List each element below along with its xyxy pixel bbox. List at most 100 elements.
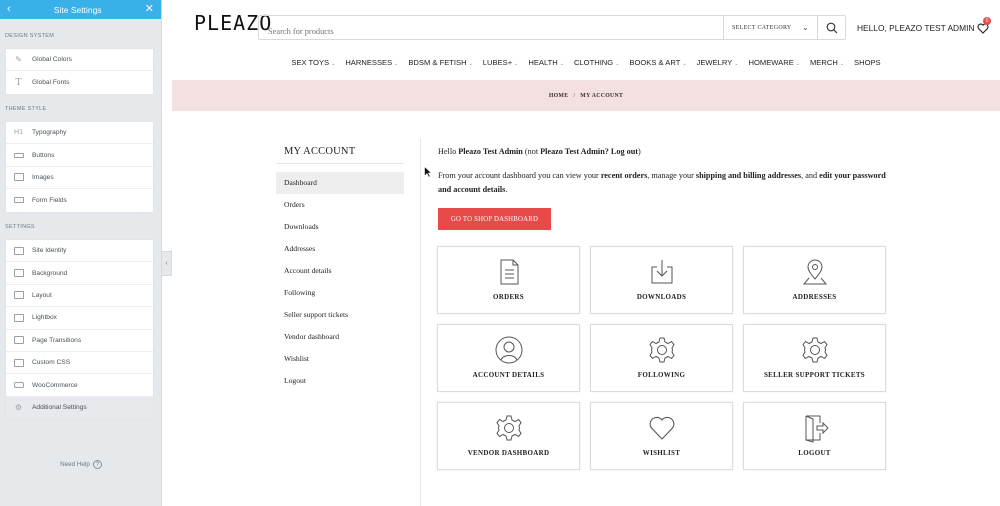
wishlist-button[interactable]: 0 [977, 17, 991, 39]
brush-icon: ✎ [15, 55, 22, 65]
chevron-down-icon: ⌄ [394, 61, 399, 67]
nav-item-jewelry[interactable]: JEWELRY ⌄ [697, 58, 739, 67]
nav-label: MERCH [809, 58, 838, 67]
tile-vendor-dashboard[interactable]: VENDOR DASHBOARD [437, 402, 580, 470]
item-label: Site Identity [32, 247, 67, 255]
item-images[interactable]: Images [6, 167, 153, 190]
account-menu-following[interactable]: Following [276, 282, 404, 304]
user-icon [495, 336, 523, 364]
breadcrumb-home[interactable]: HOME [549, 93, 569, 99]
nav-item-bdsm-fetish[interactable]: BDSM & FETISH ⌄ [408, 58, 472, 67]
tile-addresses[interactable]: ADDRESSES [743, 246, 886, 314]
item-label: Layout [32, 291, 52, 299]
item-additional-settings[interactable]: ⚙ Additional Settings [6, 396, 153, 420]
section-title-theme-style: THEME STYLE [5, 106, 47, 112]
tile-label: VENDOR DASHBOARD [467, 449, 550, 457]
account-title-divider [276, 163, 404, 164]
close-icon[interactable]: ✕ [145, 4, 154, 15]
breadcrumb-separator: / [573, 92, 576, 99]
item-layout[interactable]: Layout [6, 285, 153, 308]
tile-label: ORDERS [493, 293, 524, 301]
tile-seller-support-tickets[interactable]: SELLER SUPPORT TICKETS [743, 324, 886, 392]
account-menu: Dashboard Orders Downloads Addresses Acc… [276, 172, 404, 392]
content-divider [420, 138, 421, 506]
item-label: Form Fields [32, 196, 67, 204]
account-greeting[interactable]: HELLO, PLEAZO TEST ADMIN [857, 23, 974, 33]
nav-item-sex-toys[interactable]: SEX TOYS ⌄ [291, 58, 335, 67]
identity-icon [13, 246, 24, 255]
nav-item-harnesses[interactable]: HARNESSES ⌄ [345, 58, 398, 67]
go-to-shop-dashboard-button[interactable]: GO TO SHOP DASHBOARD [438, 208, 551, 230]
item-label: Buttons [32, 151, 55, 159]
item-global-colors[interactable]: ✎ Global Colors [6, 49, 153, 72]
text-fragment: , and [801, 171, 820, 180]
gear-icon [802, 337, 828, 363]
nav-item-books-art[interactable]: BOOKS & ART ⌄ [629, 58, 686, 67]
item-page-transitions[interactable]: Page Transitions [6, 330, 153, 352]
chevron-down-icon: ⌄ [839, 61, 845, 67]
font-icon: T [15, 77, 22, 88]
text-fragment: . [505, 185, 508, 194]
image-icon [13, 173, 24, 182]
chevron-down-icon: ⌄ [514, 61, 519, 67]
nav-label: BDSM & FETISH [408, 58, 467, 67]
search-icon [826, 22, 837, 33]
tile-wishlist[interactable]: WISHLIST [590, 402, 733, 470]
tile-label: FOLLOWING [637, 371, 686, 379]
account-menu-downloads[interactable]: Downloads [276, 216, 404, 238]
account-menu-vendor-dashboard[interactable]: Vendor dashboard [276, 326, 404, 348]
nav-item-health[interactable]: HEALTH ⌄ [528, 58, 564, 67]
tile-downloads[interactable]: DOWNLOADS [590, 246, 733, 314]
nav-label: BOOKS & ART [629, 58, 681, 67]
panel-collapse-handle[interactable]: ‹ [162, 251, 172, 276]
section-title-design-system: DESIGN SYSTEM [5, 33, 55, 39]
background-icon [13, 269, 24, 278]
chevron-down-icon: ⌄ [468, 61, 473, 67]
panel-header: ‹ Site Settings ✕ [0, 0, 161, 19]
nav-item-lubes[interactable]: LUBES+ ⌄ [483, 58, 519, 67]
need-help-link[interactable]: Need Help? [0, 460, 162, 469]
nav-item-clothing[interactable]: CLOTHING ⌄ [574, 58, 619, 67]
item-background[interactable]: Background [6, 262, 153, 285]
tile-label: DOWNLOADS [636, 293, 687, 301]
nav-item-merch[interactable]: MERCH ⌄ [810, 58, 844, 67]
chevron-down-icon: ⌄ [682, 61, 687, 67]
item-form-fields[interactable]: Form Fields [6, 189, 153, 211]
account-menu-seller-support-tickets[interactable]: Seller support tickets [276, 304, 404, 326]
tile-logout[interactable]: LOGOUT [743, 402, 886, 470]
addresses-link[interactable]: shipping and billing addresses [696, 171, 801, 180]
logout-link[interactable]: Log out [611, 147, 638, 156]
search-button[interactable] [817, 16, 845, 39]
item-global-fonts[interactable]: T Global Fonts [6, 71, 153, 93]
item-label: Page Transitions [32, 336, 82, 344]
search-input[interactable] [259, 16, 723, 39]
heading-icon: H1 [14, 129, 23, 137]
account-menu-orders[interactable]: Orders [276, 194, 404, 216]
item-buttons[interactable]: Buttons [6, 144, 153, 167]
user-name: Pleazo Test Admin [540, 147, 605, 156]
tile-orders[interactable]: ORDERS [437, 246, 580, 314]
tile-following[interactable]: FOLLOWING [590, 324, 733, 392]
account-menu-dashboard[interactable]: Dashboard [276, 172, 404, 194]
item-site-identity[interactable]: Site Identity [6, 240, 153, 263]
item-woocommerce[interactable]: WooCommerce [6, 374, 153, 397]
search-bar: SELECT CATEGORY ⌄ [258, 15, 846, 40]
item-lightbox[interactable]: Lightbox [6, 307, 153, 330]
category-select[interactable]: SELECT CATEGORY ⌄ [723, 16, 817, 39]
recent-orders-link[interactable]: recent orders [601, 171, 647, 180]
account-menu-logout[interactable]: Logout [276, 370, 404, 392]
account-menu-account-details[interactable]: Account details [276, 260, 404, 282]
design-system-group: ✎ Global Colors T Global Fonts [5, 48, 154, 95]
item-typography[interactable]: H1 Typography [6, 122, 153, 145]
tile-label: ACCOUNT DETAILS [472, 371, 545, 379]
nav-item-shops[interactable]: SHOPS [854, 58, 881, 67]
chevron-down-icon: ⌄ [795, 61, 800, 67]
tile-account-details[interactable]: ACCOUNT DETAILS [437, 324, 580, 392]
account-menu-wishlist[interactable]: Wishlist [276, 348, 404, 370]
account-menu-addresses[interactable]: Addresses [276, 238, 404, 260]
nav-item-homeware[interactable]: HOMEWARE ⌄ [748, 58, 799, 67]
text-fragment: From your account dashboard you can view… [438, 171, 601, 180]
item-custom-css[interactable]: Custom CSS [6, 352, 153, 375]
nav-label: LUBES+ [482, 58, 513, 67]
nav-label: SHOPS [854, 58, 881, 67]
